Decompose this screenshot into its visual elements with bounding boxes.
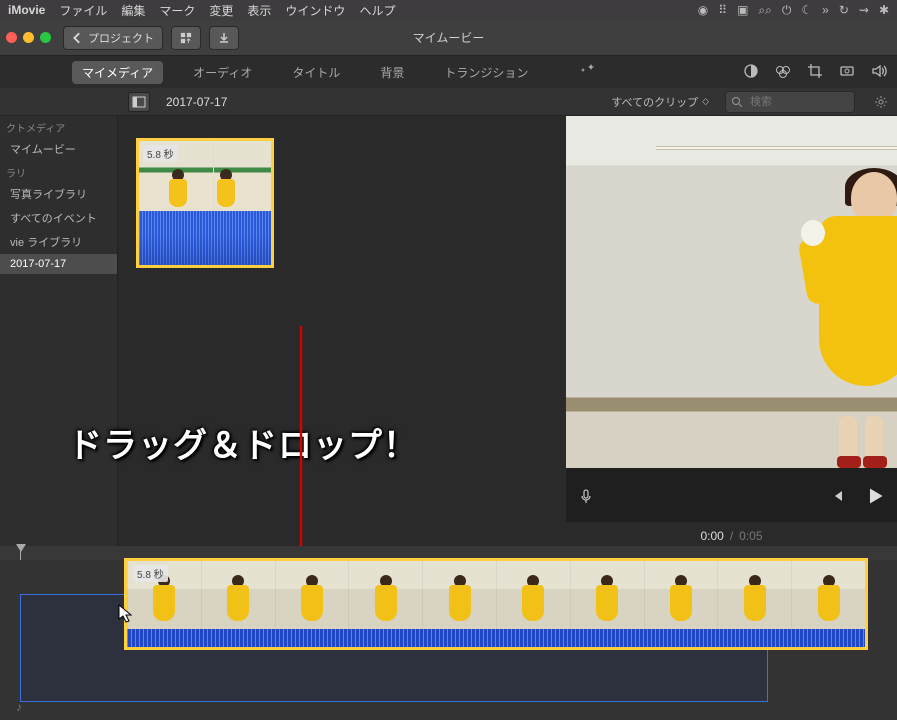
voiceover-button[interactable] (578, 488, 594, 509)
chevron-left-icon (72, 32, 84, 44)
window-toolbar: プロジェクト マイムービー (0, 20, 897, 56)
import-button[interactable] (209, 26, 239, 50)
record-icon[interactable]: ◉ (698, 3, 708, 17)
volume-icon[interactable] (871, 63, 887, 82)
minimize-window-button[interactable] (23, 32, 34, 43)
download-arrow-icon (218, 32, 230, 44)
clip-duration-badge: 5.8 秒 (143, 145, 178, 162)
audio-track-icon: ♪ (16, 700, 22, 714)
dropbox-icon[interactable]: ⠿ (718, 3, 727, 17)
media-tabs: マイメディア オーディオ タイトル 背景 トランジション (0, 56, 897, 88)
sidebar-item-ivielib[interactable]: vie ライブラリ (0, 230, 117, 254)
menu-mark[interactable]: マーク (159, 2, 195, 19)
timeline-panel[interactable]: 5.8 秒 ♪ (0, 546, 897, 720)
sidebar-item-date[interactable]: 2017-07-17 (0, 254, 117, 274)
media-library-button[interactable] (171, 26, 201, 50)
tab-backgrounds[interactable]: 背景 (370, 61, 414, 84)
menu-file[interactable]: ファイル (59, 2, 107, 19)
media-browser-header: 2017-07-17 すべてのクリップ ◇ (0, 88, 897, 116)
clip-thumbnail[interactable]: 5.8 秒 (136, 138, 274, 268)
search-icon (731, 96, 743, 108)
wifi-icon[interactable]: ⇝ (859, 3, 869, 17)
bluetooth-icon[interactable]: ✱ (879, 3, 889, 17)
crop-icon[interactable] (807, 63, 823, 82)
sidebar-item-photolib[interactable]: 写真ライブラリ (0, 182, 117, 206)
macos-menubar: iMovie ファイル 編集 マーク 変更 表示 ウインドウ ヘルプ ◉ ⠿ ▣… (0, 0, 897, 20)
clip-waveform (139, 211, 271, 268)
sidebar-section: クトメディア (0, 116, 117, 137)
stabilize-icon[interactable] (839, 63, 855, 82)
timeline-clip[interactable]: 5.8 秒 (124, 558, 868, 650)
clip-filter-dropdown[interactable]: すべてのクリップ ◇ (611, 94, 709, 110)
clip-skimmer[interactable] (213, 141, 214, 211)
color-balance-icon[interactable] (743, 63, 759, 82)
timeline-clip-duration: 5.8 秒 (133, 565, 168, 582)
clock-icon[interactable]: ↻ (839, 3, 849, 17)
time-sep: / (730, 529, 733, 543)
close-window-button[interactable] (6, 32, 17, 43)
window-traffic-lights[interactable] (6, 32, 51, 43)
back-label: プロジェクト (88, 30, 154, 46)
menubar-app-name[interactable]: iMovie (8, 3, 45, 17)
search-field[interactable] (725, 91, 855, 113)
library-grid-icon (180, 32, 192, 44)
window-title: マイムービー (413, 29, 485, 46)
annotation-text: ドラッグ＆ドロップ！ (68, 418, 418, 467)
sidebar-section: ラリ (0, 161, 117, 182)
timeline-waveform (127, 629, 865, 647)
tab-titles[interactable]: タイトル (282, 61, 350, 84)
clip-filter-label: すべてのクリップ (611, 94, 698, 110)
figure-icon (217, 169, 235, 209)
timeline-playhead[interactable] (20, 546, 21, 560)
power-icon[interactable]: ⏻ (782, 3, 792, 18)
auto-enhance-button[interactable] (580, 63, 596, 82)
zoom-window-button[interactable] (40, 32, 51, 43)
moon-icon[interactable]: ☾ (801, 3, 812, 17)
preview-viewport[interactable] (566, 116, 897, 468)
tab-mymedia[interactable]: マイメディア (72, 61, 163, 84)
sidebar-item-allevents[interactable]: すべてのイベント (0, 206, 117, 230)
time-total: 0:05 (739, 529, 762, 543)
tab-transitions[interactable]: トランジション (434, 61, 538, 84)
sidebar-toggle-button[interactable] (128, 92, 150, 112)
browser-settings-button[interactable] (871, 92, 891, 112)
annotation-arrow (291, 326, 311, 582)
menu-window[interactable]: ウインドウ (285, 2, 345, 19)
chevron-updown-icon: ◇ (702, 96, 709, 107)
menu-edit[interactable]: 編集 (121, 2, 145, 19)
menubar-status-icons: ◉ ⠿ ▣ ⌕⌕ ⏻ ☾ » ↻ ⇝ ✱ (698, 3, 889, 18)
glasses-icon[interactable]: ⌕⌕ (758, 3, 771, 18)
prev-frame-button[interactable] (829, 488, 845, 509)
menu-view[interactable]: 表示 (247, 2, 271, 19)
sidebar-item-mymovie[interactable]: マイムービー (0, 137, 117, 161)
menu-modify[interactable]: 変更 (209, 2, 233, 19)
figure-icon (169, 169, 187, 209)
tab-audio[interactable]: オーディオ (183, 61, 262, 84)
event-date-label[interactable]: 2017-07-17 (166, 95, 227, 109)
back-to-projects-button[interactable]: プロジェクト (63, 26, 163, 50)
preview-figure (811, 164, 897, 464)
menu-help[interactable]: ヘルプ (359, 2, 395, 19)
chevrons-icon[interactable]: » (822, 3, 829, 17)
search-input[interactable] (725, 91, 855, 113)
play-button[interactable] (865, 486, 885, 511)
app-icon[interactable]: ▣ (737, 3, 748, 17)
timeline-filmstrip (127, 561, 865, 631)
time-current: 0:00 (700, 529, 723, 543)
mouse-cursor-icon (118, 604, 134, 629)
color-correct-icon[interactable] (775, 63, 791, 82)
